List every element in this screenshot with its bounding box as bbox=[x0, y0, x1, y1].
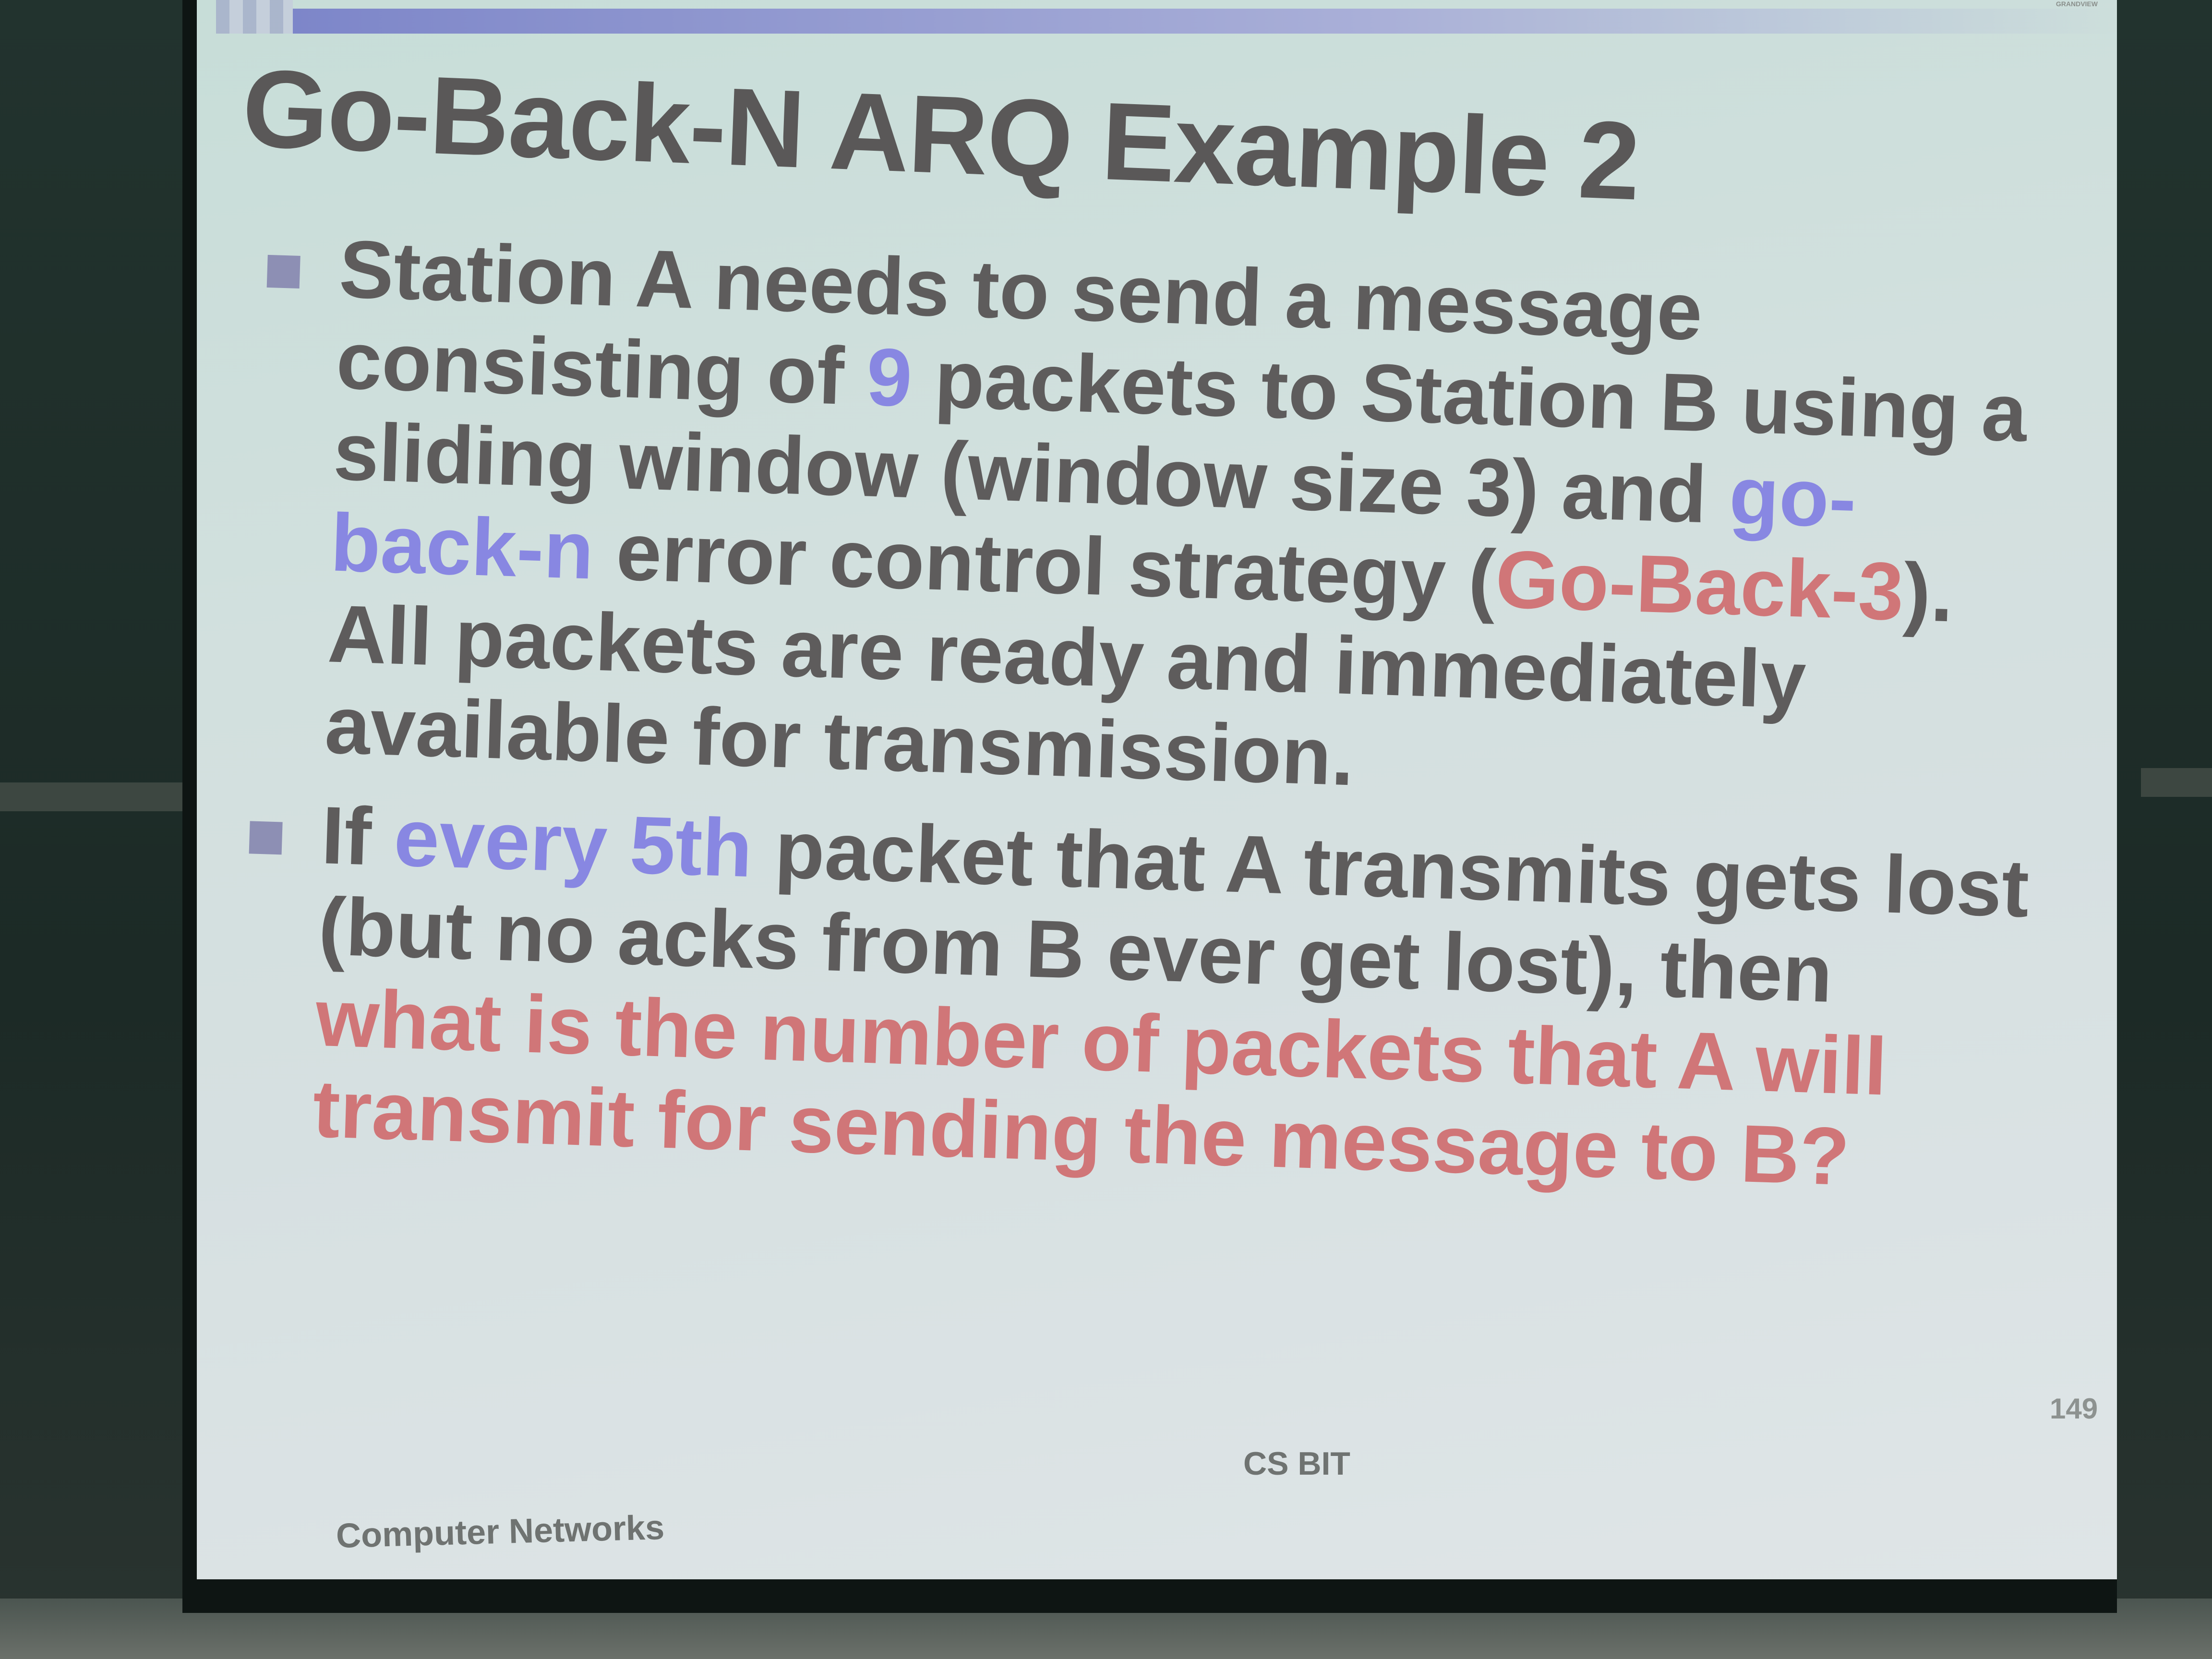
chalkboard-rail-left bbox=[0, 782, 202, 811]
bullet-2-text-a: If bbox=[320, 790, 396, 883]
square-bullet-icon bbox=[266, 254, 301, 289]
bullet-2-every-5th: every 5th bbox=[392, 792, 754, 895]
projector-screen: GRANDVIEW Go-Back-N ARQ Example 2 Statio… bbox=[197, 0, 2117, 1579]
bullet-item-1: Station A needs to send a message consis… bbox=[237, 221, 2054, 824]
slide-header-bar bbox=[293, 9, 2117, 34]
slide-title: Go-Back-N ARQ Example 2 bbox=[240, 46, 1642, 223]
bullet-list: Station A needs to send a message consis… bbox=[225, 221, 2054, 1227]
slide-footer-center: CS BIT bbox=[1243, 1445, 1350, 1482]
slide-page-number: 149 bbox=[2050, 1393, 2098, 1425]
slide-corner-decoration bbox=[216, 0, 293, 34]
bullet-1-packet-count: 9 bbox=[865, 331, 914, 424]
bullet-item-2: If every 5th packet that A transmits get… bbox=[225, 787, 2036, 1208]
bullet-1-go-back-3: Go-Back-3 bbox=[1494, 533, 1905, 638]
chalkboard-rail-right bbox=[2141, 768, 2212, 797]
projector-brand-label: GRANDVIEW bbox=[2056, 0, 2098, 8]
slide-footer-left: Computer Networks bbox=[336, 1508, 665, 1555]
square-bullet-icon bbox=[249, 821, 283, 855]
